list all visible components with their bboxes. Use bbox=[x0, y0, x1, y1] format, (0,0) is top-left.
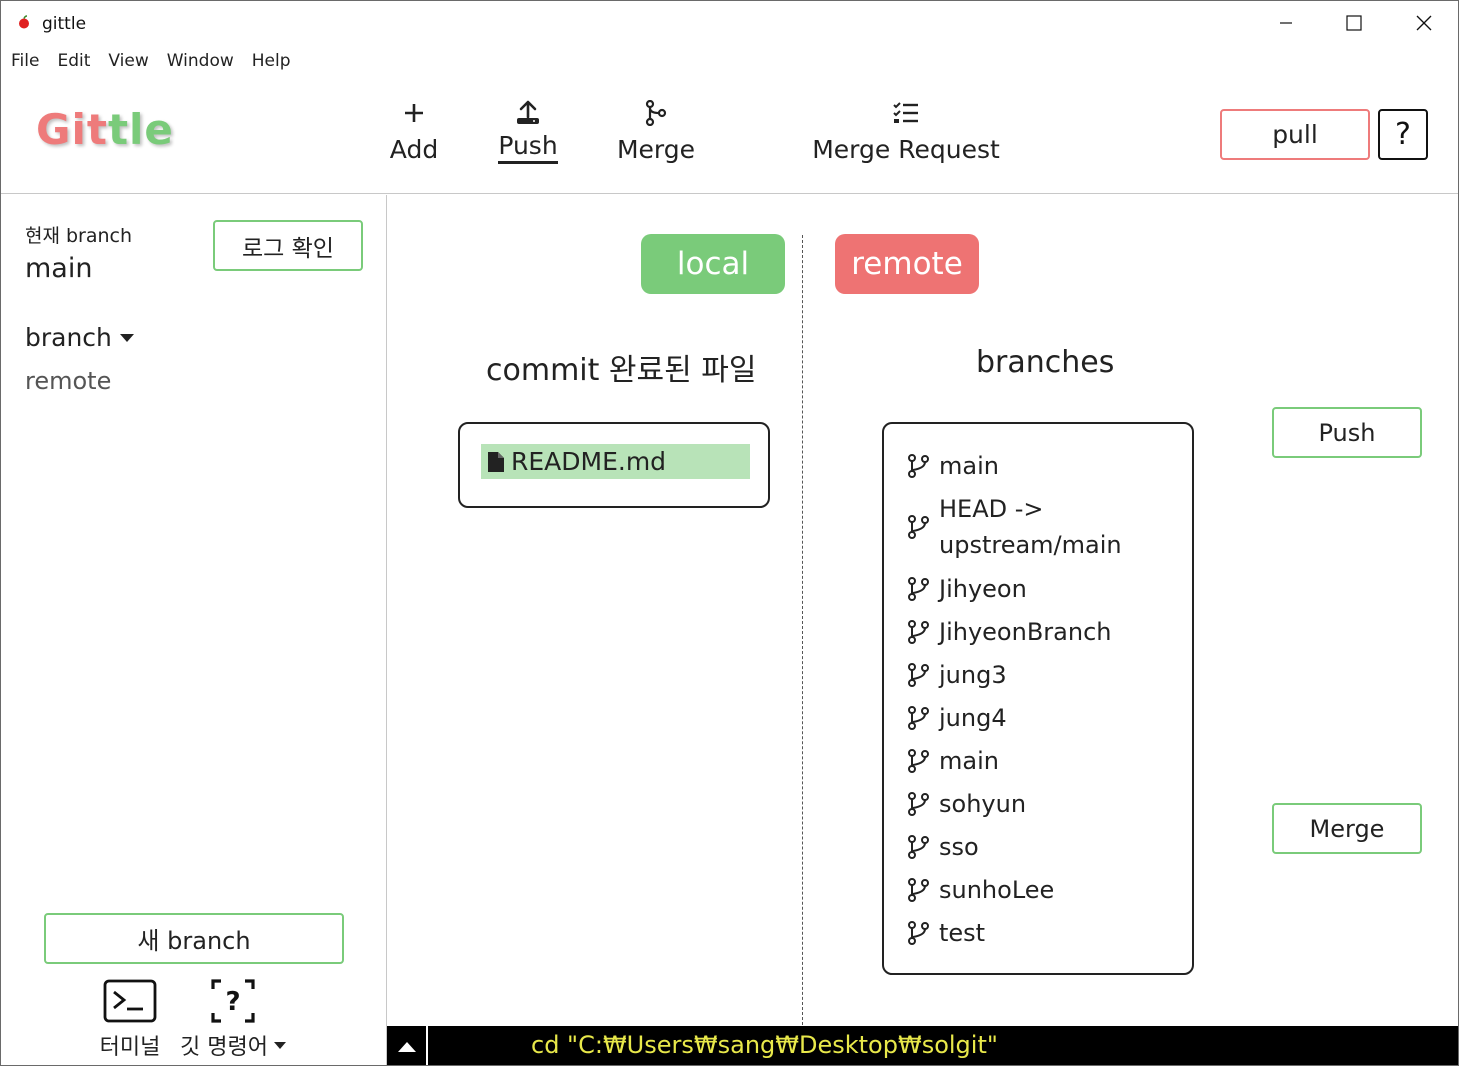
push-button[interactable]: Push bbox=[1272, 407, 1422, 458]
branch-item[interactable]: test bbox=[908, 911, 1188, 954]
branch-item[interactable]: sunhoLee bbox=[908, 868, 1188, 911]
committed-files-list: README.md bbox=[458, 422, 770, 508]
terminal-label: 터미널 bbox=[99, 1035, 161, 1060]
merge-icon bbox=[645, 100, 667, 126]
branch-item[interactable]: jung4 bbox=[908, 696, 1188, 739]
branch-dropdown-label: branch bbox=[25, 323, 112, 352]
file-name: README.md bbox=[511, 447, 667, 476]
add-tool-button[interactable]: Add bbox=[389, 97, 439, 164]
app-window: gittle File Edit View Window Help Gittle… bbox=[0, 0, 1459, 1066]
remote-item[interactable]: remote bbox=[25, 367, 111, 395]
window-title: gittle bbox=[42, 14, 87, 34]
git-commands-button[interactable]: ? 깃 명령어 bbox=[177, 979, 289, 1061]
terminal-command: cd "C:₩Users₩sang₩Desktop₩solgit" bbox=[531, 1031, 998, 1059]
apple-icon bbox=[19, 15, 29, 29]
branch-name: main bbox=[939, 451, 999, 480]
help-button[interactable]: ? bbox=[1378, 109, 1428, 160]
new-branch-button[interactable]: 새 branch bbox=[44, 913, 344, 964]
minimize-icon bbox=[1280, 22, 1292, 24]
merge-tool-button[interactable]: Merge bbox=[616, 97, 696, 164]
branch-item[interactable]: sso bbox=[908, 825, 1188, 868]
merge-button[interactable]: Merge bbox=[1272, 803, 1422, 854]
git-branch-icon bbox=[908, 834, 930, 859]
menu-view[interactable]: View bbox=[99, 47, 157, 75]
branch-name: main bbox=[939, 746, 999, 775]
git-branch-icon bbox=[908, 920, 930, 945]
local-badge: local bbox=[641, 234, 785, 294]
branch-item[interactable]: JihyeonBranch bbox=[908, 610, 1188, 653]
main-panel: local remote commit 완료된 파일 branches READ… bbox=[388, 195, 1458, 1025]
git-branch-icon bbox=[908, 619, 930, 644]
merge-label: Merge bbox=[616, 135, 696, 164]
branch-item[interactable]: main bbox=[908, 444, 1188, 487]
branch-name: sunhoLee bbox=[939, 875, 1055, 904]
terminal-button[interactable]: 터미널 bbox=[97, 979, 163, 1061]
maximize-button[interactable] bbox=[1319, 1, 1389, 45]
remote-branches-list: main HEAD -> upstream/main Jihyeon Jihye… bbox=[882, 422, 1194, 975]
committed-files-title: commit 완료된 파일 bbox=[486, 353, 757, 388]
upload-icon bbox=[517, 100, 539, 124]
menu-help[interactable]: Help bbox=[243, 47, 300, 75]
close-button[interactable] bbox=[1389, 1, 1458, 45]
branch-name: JihyeonBranch bbox=[939, 617, 1112, 646]
push-label: Push bbox=[498, 131, 558, 164]
plus-icon bbox=[405, 104, 423, 122]
main-toolbar: Gittle Add Push Merge Merge Request pull… bbox=[1, 79, 1458, 194]
git-branch-icon bbox=[908, 705, 930, 730]
menu-window[interactable]: Window bbox=[158, 47, 243, 75]
add-label: Add bbox=[389, 135, 439, 164]
file-item[interactable]: README.md bbox=[481, 444, 750, 479]
svg-text:?: ? bbox=[225, 987, 240, 1017]
panel-divider bbox=[802, 235, 803, 1025]
branch-item[interactable]: Jihyeon bbox=[908, 567, 1188, 610]
branch-name: jung4 bbox=[939, 703, 1007, 732]
push-tool-button[interactable]: Push bbox=[495, 97, 561, 164]
app-logo: Gittle bbox=[36, 105, 174, 154]
current-branch-label: 현재 branch bbox=[25, 225, 133, 247]
close-icon bbox=[1416, 15, 1432, 31]
terminal-bar: cd "C:₩Users₩sang₩Desktop₩solgit" bbox=[387, 1026, 1458, 1065]
git-branch-icon bbox=[908, 515, 930, 539]
branches-title: branches bbox=[976, 345, 1115, 380]
sidebar: 현재 branch main 로그 확인 branch remote 새 bra… bbox=[1, 195, 387, 1065]
view-log-button[interactable]: 로그 확인 bbox=[213, 220, 363, 271]
git-branch-icon bbox=[908, 453, 930, 478]
current-branch-value: main bbox=[25, 253, 93, 284]
git-branch-icon bbox=[908, 748, 930, 773]
git-branch-icon bbox=[908, 662, 930, 687]
git-branch-icon bbox=[908, 791, 930, 816]
caret-up-icon bbox=[397, 1041, 416, 1052]
branch-item[interactable]: main bbox=[908, 739, 1188, 782]
title-bar: gittle bbox=[1, 1, 1458, 45]
pull-button[interactable]: pull bbox=[1220, 109, 1370, 160]
maximize-icon bbox=[1346, 15, 1362, 31]
merge-request-tool-button[interactable]: Merge Request bbox=[812, 97, 1000, 164]
caret-down-icon bbox=[273, 1041, 286, 1049]
branch-item[interactable]: HEAD -> upstream/main bbox=[908, 487, 1188, 567]
branch-dropdown[interactable]: branch bbox=[25, 323, 134, 352]
menu-edit[interactable]: Edit bbox=[48, 47, 99, 75]
merge-request-label: Merge Request bbox=[812, 135, 1000, 164]
git-branch-icon bbox=[908, 576, 930, 601]
question-frame-icon: ? bbox=[211, 979, 255, 1023]
terminal-toggle-button[interactable] bbox=[387, 1026, 428, 1065]
git-branch-icon bbox=[908, 877, 930, 902]
menu-bar: File Edit View Window Help bbox=[1, 47, 300, 75]
checklist-icon bbox=[893, 102, 918, 123]
file-icon bbox=[488, 451, 504, 472]
terminal-icon bbox=[103, 979, 157, 1023]
branch-item[interactable]: jung3 bbox=[908, 653, 1188, 696]
branch-name: HEAD -> upstream/main bbox=[939, 495, 1122, 559]
remote-badge: remote bbox=[835, 234, 979, 294]
branch-name: sohyun bbox=[939, 789, 1027, 818]
minimize-button[interactable] bbox=[1251, 1, 1321, 45]
git-commands-label: 깃 명령어 bbox=[180, 1029, 286, 1061]
branch-name: Jihyeon bbox=[939, 574, 1027, 603]
branch-item[interactable]: sohyun bbox=[908, 782, 1188, 825]
branch-name: jung3 bbox=[939, 660, 1007, 689]
menu-file[interactable]: File bbox=[1, 47, 48, 75]
caret-down-icon bbox=[119, 333, 134, 342]
branch-name: test bbox=[939, 918, 986, 947]
branch-name: sso bbox=[939, 832, 979, 861]
